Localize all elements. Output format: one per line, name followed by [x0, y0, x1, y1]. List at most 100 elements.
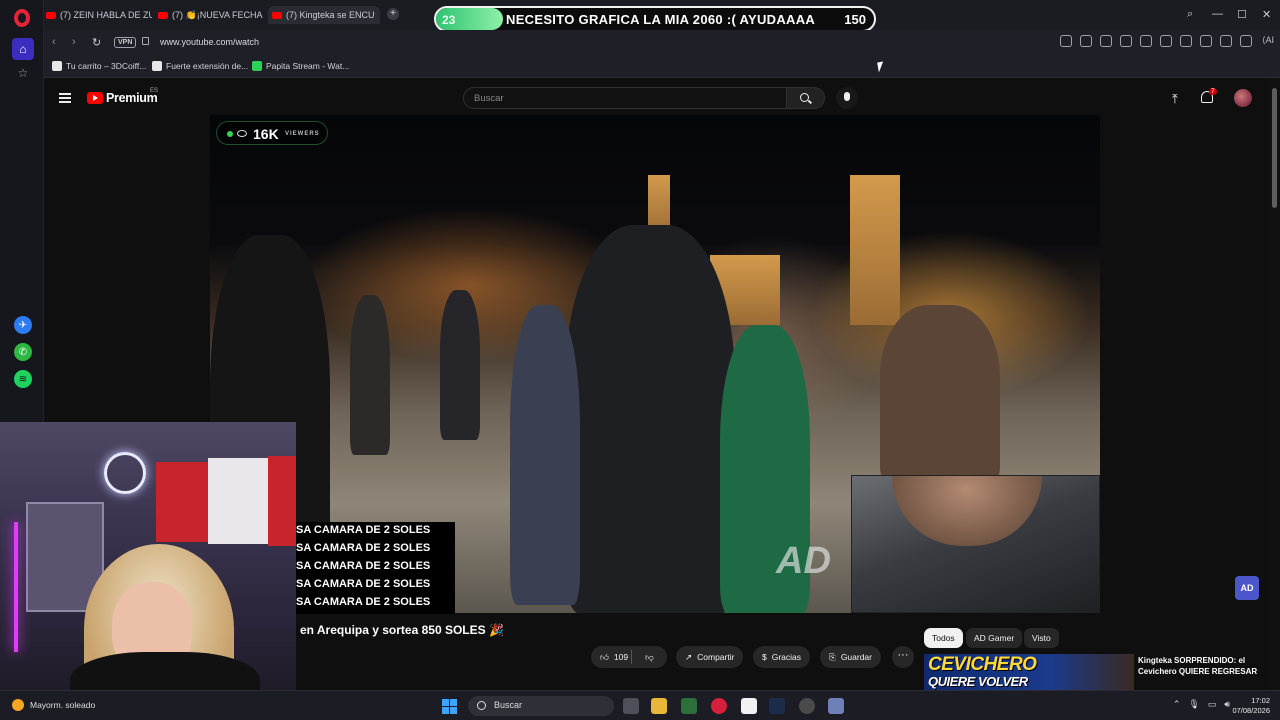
eye-icon — [237, 130, 247, 137]
person-silhouette — [350, 295, 390, 455]
home-icon[interactable]: ⌂ — [12, 38, 34, 60]
voice-search-icon[interactable] — [836, 87, 858, 109]
donation-count: 23 — [442, 13, 456, 27]
vpn-badge[interactable]: VPN — [114, 37, 137, 48]
thanks-button[interactable]: $ Gracias — [753, 646, 811, 668]
edit-icon[interactable] — [1079, 35, 1092, 47]
more-options-button[interactable]: ··· — [892, 646, 914, 668]
caption-line: SA CAMARA DE 2 SOLES — [296, 524, 431, 536]
close-icon[interactable]: ✕ — [1262, 8, 1271, 21]
screen: ⌂ ☆ ✈ ✆ ≋ (7) ZEIN HABLA DE ZULLY (7) 👏¡… — [0, 0, 1280, 720]
save-label: Guardar — [840, 652, 872, 662]
opera-logo-icon[interactable] — [14, 9, 30, 27]
chevron-up-icon[interactable]: ⌃ — [1173, 699, 1181, 710]
url-field[interactable]: www.youtube.com/watch — [160, 37, 259, 47]
chip-todos[interactable]: Todos — [924, 628, 963, 648]
maximize-icon[interactable]: ☐ — [1237, 8, 1247, 21]
bookmark-item[interactable]: Fuerte extensión de... — [152, 61, 248, 71]
notepad-icon[interactable] — [741, 698, 757, 714]
like-dislike-group: 👍︎ 109 👎︎ — [591, 646, 667, 668]
recommended-video-title[interactable]: Kingteka SORPRENDIDO: el Cevichero QUIER… — [1138, 655, 1268, 677]
search-tabs-icon[interactable]: ⌕ — [1187, 8, 1193, 21]
heart-icon[interactable] — [1159, 35, 1172, 47]
browser-tab[interactable]: (7) 👏¡NUEVA FECHA para — [158, 6, 264, 24]
aria-ai-button[interactable]: ⟨AI — [1262, 35, 1274, 47]
back-icon[interactable]: ‹ — [52, 36, 56, 48]
chip-ad-gamer[interactable]: AD Gamer — [966, 628, 1023, 648]
pip-camera-view — [851, 475, 1100, 613]
thumbs-down-icon[interactable]: 👎︎ — [645, 652, 654, 663]
forward-icon[interactable]: › — [72, 36, 76, 48]
play-icon[interactable] — [1139, 35, 1152, 47]
browser-tab-active[interactable]: (7) Kingteka se ENCU — [268, 6, 380, 24]
video-title: en Arequipa y sortea 850 SOLES 🎉 — [300, 623, 504, 637]
scrollbar-thumb[interactable] — [1272, 88, 1277, 208]
browser-tab[interactable]: (7) ZEIN HABLA DE ZULLY — [46, 6, 152, 24]
search-icon[interactable] — [1059, 35, 1072, 47]
page-scrollbar[interactable] — [1270, 78, 1280, 690]
lock-icon[interactable] — [142, 37, 149, 45]
caption-line: SA CAMARA DE 2 SOLES — [296, 542, 431, 554]
search-button[interactable] — [787, 87, 825, 109]
share-label: Compartir — [697, 652, 735, 662]
bookmark-label: Papita Stream - Wat... — [266, 61, 350, 71]
reload-icon[interactable]: ↻ — [92, 36, 101, 49]
donation-goal-bar: 23 NECESITO GRAFICA LA MIA 2060 :( AYUDA… — [434, 6, 876, 32]
bookmark-item[interactable]: Papita Stream - Wat... — [252, 61, 349, 71]
person-silhouette — [440, 290, 480, 440]
bookmark-favicon-icon — [152, 61, 162, 71]
clock-time: 17:02 — [1251, 696, 1270, 705]
microphone-icon[interactable]: 🎙︎ — [1188, 699, 1199, 710]
hamburger-menu-icon[interactable] — [59, 93, 71, 103]
youtube-logo-icon[interactable] — [87, 92, 103, 104]
youtube-favicon-icon — [272, 11, 282, 19]
star-icon[interactable]: ☆ — [14, 64, 32, 82]
start-button-icon[interactable] — [442, 699, 457, 714]
notification-badge: 7 — [1209, 88, 1217, 95]
weather-widget[interactable]: Mayorm. soleado — [12, 699, 95, 711]
network-icon[interactable]: ▭ — [1208, 699, 1217, 710]
task-view-icon[interactable] — [623, 698, 639, 714]
viewers-badge: 16K VIEWERS — [216, 121, 328, 145]
spotify-icon[interactable]: ≋ — [14, 370, 32, 388]
like-count[interactable]: 109 — [614, 652, 628, 662]
opera-taskbar-icon[interactable] — [711, 698, 727, 714]
messenger-icon[interactable]: ✈ — [14, 316, 32, 334]
volume-icon[interactable]: 🔊︎ — [1224, 699, 1230, 710]
youtube-favicon-icon — [46, 11, 56, 19]
thumbs-up-icon[interactable]: 👍︎ — [600, 652, 609, 663]
new-tab-button[interactable]: + — [387, 8, 399, 20]
share-button[interactable]: ↗ Compartir — [676, 646, 744, 668]
share-icon: ↗ — [685, 651, 693, 662]
extensions-icon[interactable] — [1239, 35, 1252, 47]
donation-message: NECESITO GRAFICA LA MIA 2060 :( AYUDAAAA — [506, 12, 816, 27]
whatsapp-icon[interactable]: ✆ — [14, 343, 32, 361]
thanks-icon: $ — [762, 652, 767, 662]
camera-icon[interactable] — [1099, 35, 1112, 47]
taskbar-search[interactable]: Buscar — [468, 696, 614, 716]
tab-label: (7) ZEIN HABLA DE ZULLY — [60, 10, 152, 20]
profile-icon[interactable] — [1219, 35, 1232, 47]
thumbnail-line: CEVICHERO — [928, 654, 1037, 675]
menu-icon[interactable] — [1199, 35, 1212, 47]
channel-corner-badge[interactable]: AD — [1235, 576, 1259, 600]
obs-icon[interactable] — [799, 698, 815, 714]
avatar[interactable] — [1234, 89, 1252, 107]
search-input[interactable]: Buscar — [463, 87, 787, 109]
bookmark-item[interactable]: Tu carrito – 3DCoiff... — [52, 61, 146, 71]
file-explorer-icon[interactable] — [651, 698, 667, 714]
download-icon[interactable] — [1179, 35, 1192, 47]
minimize-icon[interactable]: — — [1212, 8, 1223, 20]
save-button[interactable]: ⎘ Guardar — [820, 646, 881, 668]
settings-gear-icon[interactable] — [828, 698, 844, 714]
recommended-video-thumbnail[interactable]: CEVICHERO QUIERE VOLVER — [924, 654, 1134, 690]
steam-icon[interactable] — [769, 698, 785, 714]
shield-icon[interactable] — [1119, 35, 1132, 47]
upload-icon[interactable]: ⤒ — [1172, 91, 1178, 107]
clock[interactable]: 17:02 07/08/2026 — [1232, 696, 1270, 716]
bookmark-favicon-icon — [252, 61, 262, 71]
caption-line: SA CAMARA DE 2 SOLES — [296, 596, 431, 608]
app-icon[interactable] — [681, 698, 697, 714]
toolbar-icons: ⟨AI — [1059, 35, 1274, 47]
chip-visto[interactable]: Visto — [1024, 628, 1059, 648]
